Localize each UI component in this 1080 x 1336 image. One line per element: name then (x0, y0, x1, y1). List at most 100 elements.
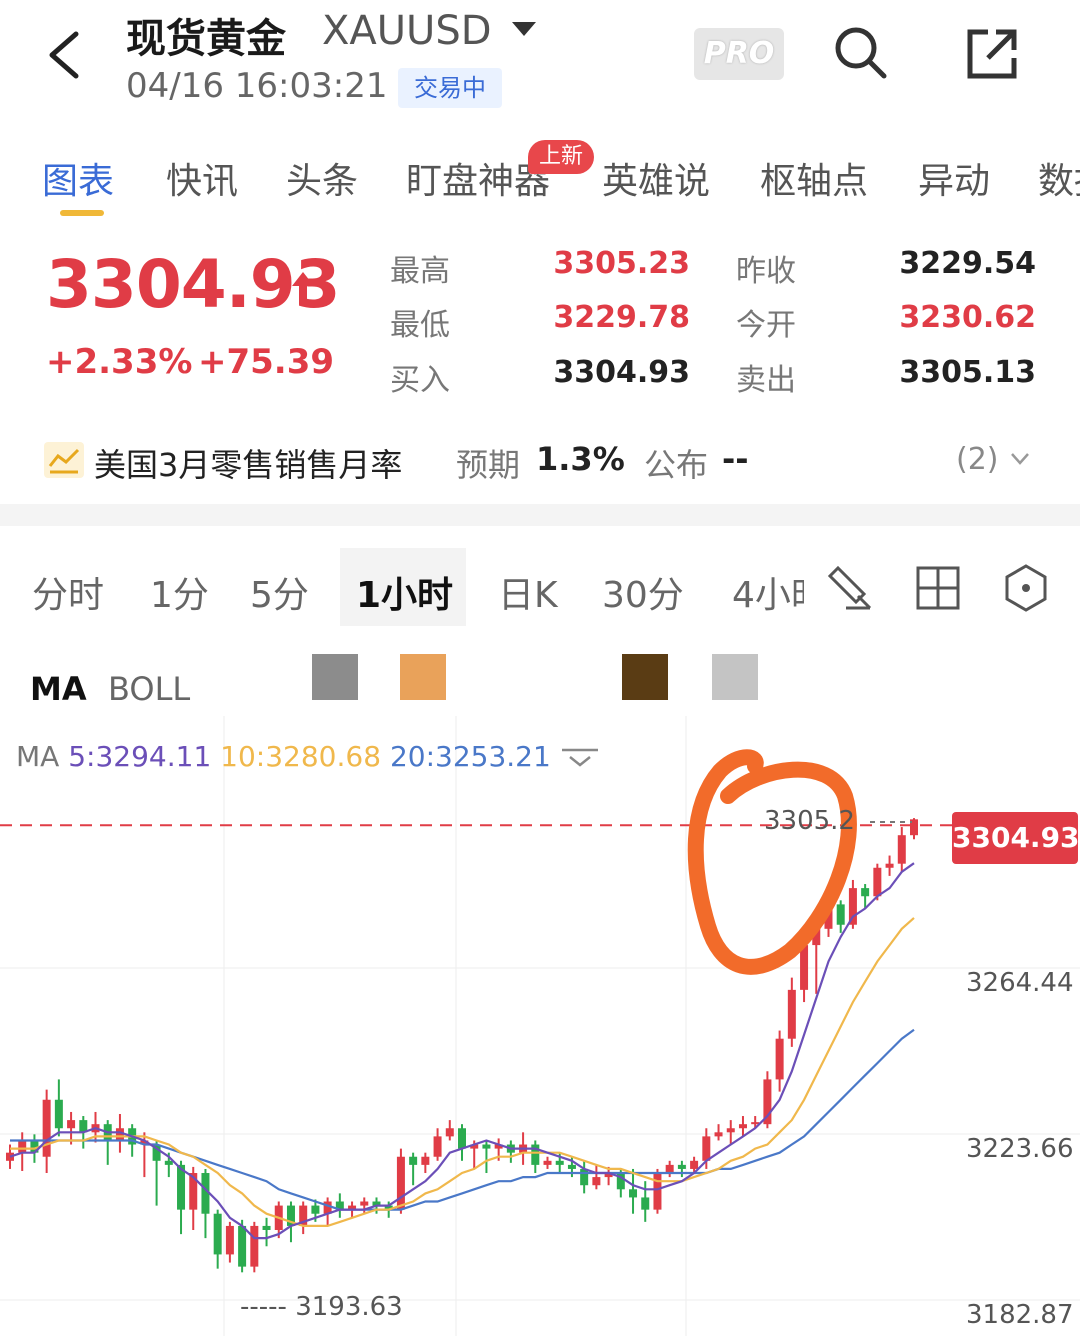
content-tabs: 图表 快讯 头条 盯盘神器 上新 英雄说 枢轴点 异动 数据 (0, 140, 1080, 220)
candle-body (445, 1128, 454, 1137)
trend-chart-icon (44, 442, 84, 478)
price-up-arrow-icon (292, 272, 314, 304)
candle-body (543, 1160, 552, 1165)
chevron-down-icon[interactable] (1010, 452, 1030, 466)
ma-collapse-icon[interactable] (560, 747, 600, 769)
candle-body (787, 989, 796, 1039)
high-label: 最高 (390, 254, 450, 289)
candle-body (897, 835, 906, 864)
section-divider (0, 504, 1080, 526)
color-swatch-1[interactable] (312, 654, 358, 700)
candle-body (409, 1156, 418, 1165)
period-30min[interactable]: 30分 (602, 566, 684, 618)
candlestick-chart[interactable] (0, 716, 1080, 1336)
high-value: 3305.23 (553, 246, 690, 281)
indicator-boll[interactable]: BOLL (108, 670, 190, 708)
candle-body (885, 863, 894, 868)
period-5min[interactable]: 5分 (250, 566, 309, 618)
ma-readout: MA 5:3294.11 10:3280.68 20:3253.21 (16, 740, 600, 773)
y-tick-label: 3182.87 (966, 1300, 1074, 1330)
candle-body (164, 1160, 173, 1165)
tab-movers[interactable]: 异动 (918, 152, 990, 204)
hand-drawn-annotation (687, 749, 857, 975)
candle-body (726, 1128, 735, 1133)
tab-chart[interactable]: 图表 (42, 152, 114, 204)
ma-label: MA (16, 740, 60, 773)
draw-tool-icon[interactable] (824, 562, 876, 614)
prev-close-label: 昨收 (736, 254, 796, 289)
pro-button[interactable]: PRO (694, 28, 784, 80)
tab-data[interactable]: 数据 (1038, 152, 1080, 204)
candle-body (738, 1124, 747, 1129)
y-tick-label: 3223.66 (966, 1134, 1074, 1164)
back-arrow-icon[interactable] (40, 28, 90, 82)
tab-headlines[interactable]: 头条 (286, 152, 358, 204)
event-published-label: 公布 (644, 446, 709, 484)
candle-body (580, 1168, 589, 1186)
period-daily[interactable]: 日K (498, 566, 558, 618)
current-price-tag: 3304.93 (952, 812, 1080, 864)
candle-body (213, 1213, 222, 1255)
header: 现货黄金 XAUUSD 04/16 16:03:21 交易中 PRO (0, 0, 1080, 130)
event-count[interactable]: (2) (956, 442, 999, 477)
candle-body (641, 1197, 650, 1210)
ask-value: 3305.13 (899, 355, 1036, 390)
candle-body (67, 1120, 76, 1129)
change-amount: +75.39 (198, 342, 335, 382)
change-percent: +2.33% (46, 342, 193, 382)
candle-body (775, 1038, 784, 1080)
candle-body (861, 888, 870, 897)
color-swatch-3[interactable] (622, 654, 668, 700)
candle-body (873, 867, 882, 897)
instrument-symbol[interactable]: XAUUSD (322, 8, 492, 54)
period-timeshare[interactable]: 分时 (32, 566, 104, 618)
low-label: 最低 (390, 308, 450, 343)
open-label: 今开 (736, 308, 796, 343)
indicator-ma[interactable]: MA (30, 670, 87, 708)
event-expected-label: 预期 (456, 446, 521, 484)
candle-body (458, 1128, 466, 1149)
color-swatch-2[interactable] (400, 654, 446, 700)
candle-body (629, 1189, 638, 1198)
candle-body (238, 1225, 247, 1267)
ask-label: 卖出 (736, 363, 796, 398)
ma20-value: 20:3253.21 (389, 740, 551, 773)
instrument-title: 现货黄金 (126, 16, 286, 62)
ma10-value: 10:3280.68 (220, 740, 382, 773)
candle-body (54, 1099, 63, 1129)
bid-label: 买入 (390, 363, 450, 398)
high-marker-label: 3305.2 (764, 806, 855, 836)
candle-body (421, 1156, 430, 1165)
candle-body (800, 945, 809, 990)
candle-body (433, 1136, 442, 1157)
period-1hour[interactable]: 1小时 (356, 566, 453, 618)
ma5-value: 5:3294.11 (68, 740, 212, 773)
candle-body (677, 1164, 686, 1169)
candle-body (653, 1173, 662, 1210)
grid-layout-icon[interactable] (912, 562, 964, 614)
event-name[interactable]: 美国3月零售销售月率 (94, 440, 402, 486)
tab-heroes[interactable]: 英雄说 (602, 152, 710, 204)
event-published-value: -- (722, 440, 749, 478)
prev-close-value: 3229.54 (899, 246, 1036, 281)
symbol-dropdown-icon[interactable] (512, 22, 536, 36)
settings-hexagon-icon[interactable] (1000, 562, 1052, 614)
y-tick-label: 3264.44 (966, 968, 1074, 998)
candle-body (555, 1160, 564, 1165)
active-tab-indicator (60, 210, 104, 216)
tab-pivot-points[interactable]: 枢轴点 (760, 152, 868, 204)
candle-body (42, 1099, 51, 1157)
period-4hour[interactable]: 4小时 (732, 566, 804, 618)
candle-body (18, 1140, 27, 1153)
tab-flash-news[interactable]: 快讯 (166, 152, 238, 204)
candle-body (262, 1225, 271, 1230)
low-marker-label: ----- 3193.63 (240, 1292, 403, 1322)
color-swatch-4[interactable] (712, 654, 758, 700)
period-1min[interactable]: 1分 (150, 566, 209, 618)
share-icon[interactable] (962, 24, 1022, 84)
candle-body (225, 1225, 234, 1255)
candle-body (665, 1164, 674, 1174)
candle-body (702, 1136, 711, 1161)
search-icon[interactable] (832, 24, 888, 80)
event-expected-value: 1.3% (536, 440, 625, 478)
